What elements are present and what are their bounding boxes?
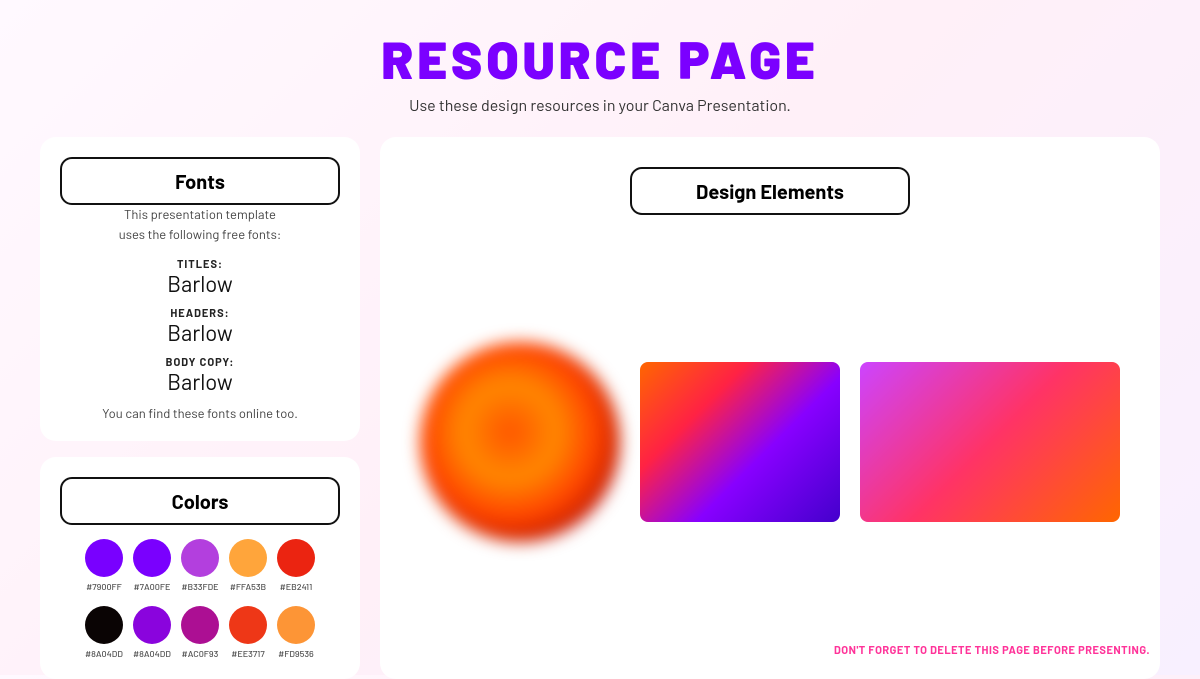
fonts-section: Fonts This presentation templateuses the… bbox=[40, 137, 360, 441]
color-item: #B33FDE bbox=[181, 539, 219, 592]
color-label: #AC0F93 bbox=[182, 648, 219, 659]
color-circle bbox=[229, 539, 267, 577]
font-headers: HEADERS: Barlow bbox=[60, 307, 340, 346]
fonts-note: You can find these fonts online too. bbox=[60, 405, 340, 421]
design-elements-grid bbox=[410, 235, 1130, 649]
page-header: RESOURCE PAGE Use these design resources… bbox=[0, 0, 1200, 127]
gradient-rect-1 bbox=[640, 362, 840, 522]
color-label: #B33FDE bbox=[181, 581, 218, 592]
color-item: #8A04DD bbox=[85, 606, 123, 659]
font-headers-label: HEADERS: bbox=[60, 307, 340, 320]
color-label: #EB2411 bbox=[280, 581, 313, 592]
blob-design-element bbox=[420, 342, 620, 542]
left-panel: Fonts This presentation templateuses the… bbox=[40, 137, 360, 679]
color-item: #FFA53B bbox=[229, 539, 267, 592]
font-body: BODY COPY: Barlow bbox=[60, 356, 340, 395]
color-row-2: #8A04DD #8A04DD #AC0F93 #EE3717 #FD9536 bbox=[60, 606, 340, 659]
color-label: #7A00FE bbox=[134, 581, 171, 592]
colors-heading: Colors bbox=[60, 477, 340, 525]
color-circle bbox=[277, 539, 315, 577]
color-label: #8A04DD bbox=[133, 648, 171, 659]
color-circle bbox=[229, 606, 267, 644]
color-row-1: #7900FF #7A00FE #B33FDE #FFA53B #EB2411 bbox=[60, 539, 340, 592]
color-circle bbox=[181, 539, 219, 577]
footer-note: DON'T FORGET TO DELETE THIS PAGE BEFORE … bbox=[834, 644, 1150, 657]
color-item: #8A04DD bbox=[133, 606, 171, 659]
gradient-rect-2 bbox=[860, 362, 1120, 522]
design-elements-header: Design Elements bbox=[410, 167, 1130, 215]
fonts-heading: Fonts bbox=[60, 157, 340, 205]
design-elements-heading: Design Elements bbox=[630, 167, 910, 215]
color-label: #7900FF bbox=[86, 581, 121, 592]
color-circle bbox=[277, 606, 315, 644]
color-item: #7900FF bbox=[85, 539, 123, 592]
font-titles-name: Barlow bbox=[60, 271, 340, 297]
color-circle bbox=[85, 539, 123, 577]
font-headers-name: Barlow bbox=[60, 320, 340, 346]
font-body-label: BODY COPY: bbox=[60, 356, 340, 369]
color-label: #FD9536 bbox=[278, 648, 314, 659]
color-item: #EB2411 bbox=[277, 539, 315, 592]
color-item: #FD9536 bbox=[277, 606, 315, 659]
font-titles-label: TITLES: bbox=[60, 258, 340, 271]
color-circle bbox=[133, 606, 171, 644]
fonts-description: This presentation templateuses the follo… bbox=[60, 205, 340, 244]
colors-section: Colors #7900FF #7A00FE #B33FDE #FFA53B bbox=[40, 457, 360, 679]
font-titles: TITLES: Barlow bbox=[60, 258, 340, 297]
color-circle bbox=[133, 539, 171, 577]
color-circle bbox=[85, 606, 123, 644]
font-body-name: Barlow bbox=[60, 369, 340, 395]
color-item: #AC0F93 bbox=[181, 606, 219, 659]
color-label: #8A04DD bbox=[85, 648, 123, 659]
main-content: Fonts This presentation templateuses the… bbox=[0, 137, 1200, 679]
color-item: #EE3717 bbox=[229, 606, 267, 659]
page-title: RESOURCE PAGE bbox=[0, 28, 1200, 90]
page-subtitle: Use these design resources in your Canva… bbox=[0, 96, 1200, 115]
color-label: #FFA53B bbox=[230, 581, 266, 592]
color-label: #EE3717 bbox=[231, 648, 264, 659]
color-item: #7A00FE bbox=[133, 539, 171, 592]
color-circle bbox=[181, 606, 219, 644]
right-panel: Design Elements bbox=[380, 137, 1160, 679]
